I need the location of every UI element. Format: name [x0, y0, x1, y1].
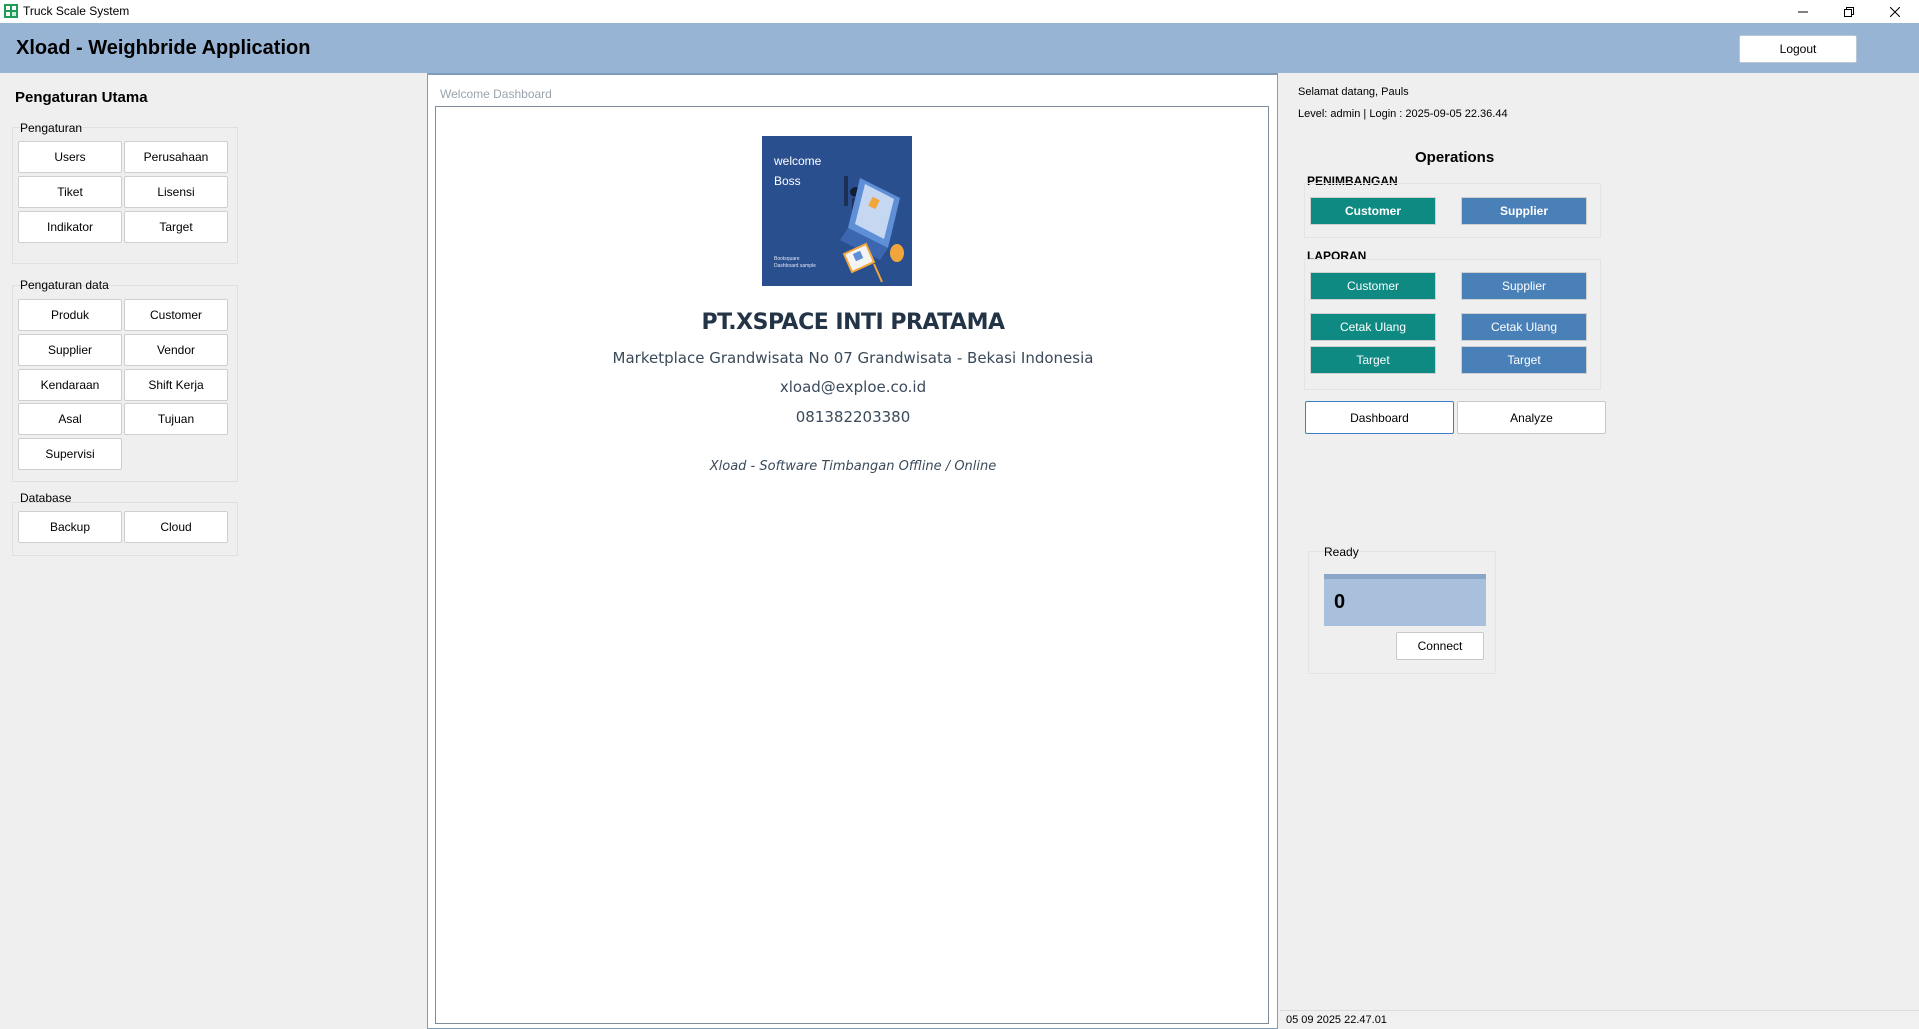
logout-button[interactable]: Logout — [1739, 35, 1857, 63]
penimbangan-customer-button[interactable]: Customer — [1310, 197, 1436, 225]
lisensi-button[interactable]: Lisensi — [124, 176, 228, 208]
settings-panel: Pengaturan Utama Pengaturan Users Perusa… — [0, 73, 425, 1029]
window-titlebar: Truck Scale System — [0, 0, 1919, 23]
app-header: Xload - Weighbride Application Logout — [0, 23, 1919, 73]
laporan-customer-button[interactable]: Customer — [1310, 272, 1436, 300]
company-info-frame: welcome Boss Bootsquare Dashboard sample… — [435, 106, 1269, 1024]
analyze-button[interactable]: Analyze — [1457, 401, 1606, 434]
group-label-pengaturan: Pengaturan — [20, 121, 83, 135]
target-customer-button[interactable]: Target — [1310, 346, 1436, 374]
settings-title: Pengaturan Utama — [15, 89, 148, 106]
status-datetime: 05 09 2025 22.47.01 — [1286, 1014, 1387, 1026]
backup-button[interactable]: Backup — [18, 511, 122, 543]
target-supplier-button[interactable]: Target — [1461, 346, 1587, 374]
app-title: Xload - Weighbride Application — [16, 37, 311, 59]
operations-title: Operations — [1415, 149, 1495, 166]
welcome-user-text: Selamat datang, Pauls — [1298, 86, 1409, 98]
connect-button[interactable]: Connect — [1396, 632, 1484, 660]
company-logo: welcome Boss Bootsquare Dashboard sample — [762, 136, 912, 286]
cloud-button[interactable]: Cloud — [124, 511, 228, 543]
users-button[interactable]: Users — [18, 141, 122, 173]
group-label-data: Pengaturan data — [20, 278, 109, 292]
welcome-dashboard-panel: Welcome Dashboard welcome Boss Bootsquar… — [427, 73, 1278, 1029]
target-button[interactable]: Target — [124, 211, 228, 243]
cetak-ulang-customer-button[interactable]: Cetak Ulang — [1310, 313, 1436, 341]
operations-panel: Selamat datang, Pauls Level: admin | Log… — [1280, 73, 1919, 1010]
window-title: Truck Scale System — [23, 4, 130, 18]
company-phone: 081382203380 — [795, 408, 911, 426]
panel-caption: Welcome Dashboard — [440, 87, 552, 101]
scale-weight-display: 0 — [1324, 574, 1486, 626]
company-name: PT.XSPACE INTI PRATAMA — [701, 310, 1006, 335]
penimbangan-supplier-button[interactable]: Supplier — [1461, 197, 1587, 225]
cetak-ulang-supplier-button[interactable]: Cetak Ulang — [1461, 313, 1587, 341]
close-button[interactable] — [1872, 0, 1918, 23]
kendaraan-button[interactable]: Kendaraan — [18, 369, 122, 401]
dashboard-button[interactable]: Dashboard — [1305, 401, 1454, 434]
user-level-text: Level: admin | Login : 2025-09-05 22.36.… — [1298, 108, 1508, 120]
supervisi-button[interactable]: Supervisi — [18, 438, 122, 470]
laporan-supplier-button[interactable]: Supplier — [1461, 272, 1587, 300]
indikator-button[interactable]: Indikator — [18, 211, 122, 243]
close-icon — [1890, 6, 1900, 17]
asal-button[interactable]: Asal — [18, 403, 122, 435]
laptop-illustration-icon — [840, 176, 904, 283]
supplier-button[interactable]: Supplier — [18, 334, 122, 366]
tiket-button[interactable]: Tiket — [18, 176, 122, 208]
shift-kerja-button[interactable]: Shift Kerja — [124, 369, 228, 401]
customer-button[interactable]: Customer — [124, 299, 228, 331]
status-bar: 05 09 2025 22.47.01 — [1280, 1010, 1919, 1029]
minimize-button[interactable] — [1780, 0, 1826, 23]
perusahaan-button[interactable]: Perusahaan — [124, 141, 228, 173]
company-tagline: Xload - Software Timbangan Offline / Onl… — [709, 459, 997, 474]
vendor-button[interactable]: Vendor — [124, 334, 228, 366]
produk-button[interactable]: Produk — [18, 299, 122, 331]
company-email: xload@exploe.co.id — [779, 378, 927, 396]
group-label-database: Database — [20, 491, 72, 505]
scale-status-text: Ready — [1324, 545, 1359, 559]
minimize-icon — [1798, 11, 1808, 12]
restore-button[interactable] — [1826, 0, 1872, 23]
company-address: Marketplace Grandwisata No 07 Grandwisat… — [612, 349, 1094, 367]
restore-icon — [1844, 6, 1854, 17]
app-icon — [4, 4, 18, 18]
tujuan-button[interactable]: Tujuan — [124, 403, 228, 435]
